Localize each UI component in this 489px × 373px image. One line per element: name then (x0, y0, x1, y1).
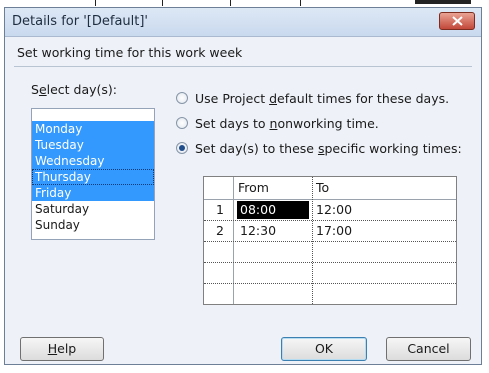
day-wednesday[interactable]: Wednesday (32, 153, 154, 169)
cell-from-row2[interactable]: 12:30 (240, 222, 276, 240)
window-title: Details for '[Default]' (12, 14, 148, 29)
day-friday[interactable]: Friday (32, 185, 154, 201)
ok-button[interactable]: OK (281, 337, 367, 361)
column-header-from: From (238, 180, 269, 195)
section-divider (14, 66, 472, 67)
close-button[interactable] (439, 12, 475, 30)
close-icon (452, 16, 463, 26)
radio-specific-times[interactable]: Set day(s) to these specific working tim… (176, 139, 462, 157)
cell-to-row2[interactable]: 17:00 (316, 222, 352, 240)
section-header: Set working time for this work week (17, 45, 243, 60)
column-header-to: To (316, 180, 330, 195)
radio-label: Set day(s) to these specific working tim… (195, 140, 462, 156)
day-saturday[interactable]: Saturday (32, 201, 154, 217)
day-sunday[interactable]: Sunday (32, 217, 154, 233)
radio-label: Set days to nonworking time. (195, 115, 379, 131)
select-days-label: Select day(s): (31, 82, 118, 97)
radio-button-selected[interactable] (176, 142, 188, 154)
radio-label: Use Project default times for these days… (195, 90, 450, 106)
row-number: 2 (216, 223, 224, 238)
day-thursday[interactable]: Thursday (32, 169, 154, 185)
cell-to-row1[interactable]: 12:00 (316, 201, 352, 219)
cancel-button[interactable]: Cancel (386, 337, 471, 361)
working-times-grid[interactable]: From To 1 08:00 12:00 2 12:30 17:00 (203, 176, 457, 305)
radio-button[interactable] (176, 92, 188, 104)
day-monday[interactable]: Monday (32, 121, 154, 137)
cell-from-row1[interactable]: 08:00 (237, 201, 309, 219)
row-number: 1 (216, 202, 224, 217)
help-button[interactable]: Help (20, 337, 104, 361)
radio-default-times[interactable]: Use Project default times for these days… (176, 89, 449, 107)
radio-button[interactable] (176, 117, 188, 129)
day-tuesday[interactable]: Tuesday (32, 137, 154, 153)
days-listbox[interactable]: Monday Tuesday Wednesday Thursday Friday… (31, 108, 155, 240)
radio-nonworking[interactable]: Set days to nonworking time. (176, 114, 379, 132)
title-bar: Details for '[Default]' (5, 8, 481, 37)
background-window-edge (0, 0, 489, 6)
